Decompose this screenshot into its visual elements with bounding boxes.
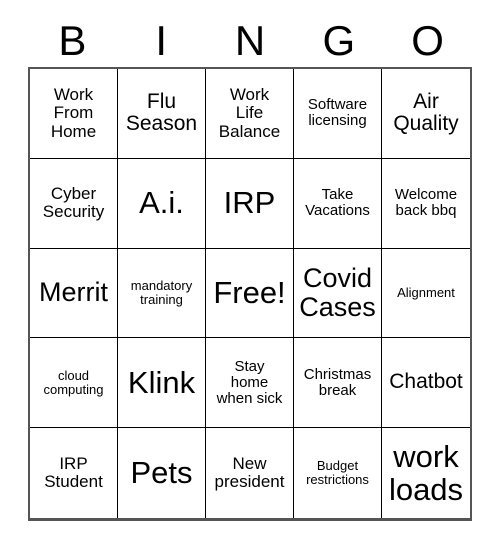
bingo-cell[interactable]: cloud computing xyxy=(30,338,118,429)
bingo-cell-label: IRP Student xyxy=(44,453,103,492)
bingo-cell-label: Chatbot xyxy=(389,370,463,394)
bingo-cell-label: Budget restrictions xyxy=(306,458,369,488)
bingo-cell-label: Air Quality xyxy=(393,89,459,136)
bingo-cell[interactable]: Merrit xyxy=(30,248,118,339)
bingo-cell[interactable]: Flu Season xyxy=(118,69,206,159)
bingo-cell[interactable]: Alignment xyxy=(382,248,470,339)
bingo-cell-label: Flu Season xyxy=(125,89,198,136)
header-letter-g: G xyxy=(322,16,356,64)
bingo-cell[interactable]: Pets xyxy=(118,428,206,518)
bingo-cell-label: Pets xyxy=(130,455,193,491)
bingo-cell[interactable]: Christmas break xyxy=(294,338,382,429)
bingo-header: B I N G O xyxy=(28,14,472,67)
bingo-cell-label: Work From Home xyxy=(50,84,97,141)
bingo-cell[interactable]: IRP Student xyxy=(30,428,118,518)
bingo-cell-label: Free! xyxy=(213,275,286,311)
bingo-cell[interactable]: Cyber Security xyxy=(30,158,118,249)
bingo-grid: Work From Home Flu Season Work Life Bala… xyxy=(28,67,472,521)
bingo-cell[interactable]: Budget restrictions xyxy=(294,428,382,518)
bingo-cell-label: Klink xyxy=(127,365,196,401)
bingo-cell[interactable]: Work From Home xyxy=(30,69,118,159)
bingo-cell[interactable]: Welcome back bbq xyxy=(382,158,470,249)
bingo-cell-label: New president xyxy=(214,453,285,492)
bingo-cell-label: Covid Cases xyxy=(299,262,376,322)
bingo-cell-label: Christmas break xyxy=(303,365,372,399)
bingo-cell[interactable]: mandatory training xyxy=(118,248,206,339)
bingo-cell-label: A.i. xyxy=(139,185,184,221)
bingo-cell-label: mandatory training xyxy=(130,277,193,307)
bingo-cell[interactable]: Covid Cases xyxy=(294,248,382,339)
bingo-cell-label: Stay home when sick xyxy=(216,357,283,407)
bingo-cell-free[interactable]: Free! xyxy=(206,248,294,339)
bingo-cell[interactable]: Air Quality xyxy=(382,69,470,159)
bingo-cell-label: Alignment xyxy=(397,284,455,300)
bingo-cell[interactable]: Chatbot xyxy=(382,338,470,429)
bingo-cell[interactable]: New president xyxy=(206,428,294,518)
header-letter-i: I xyxy=(155,16,168,64)
bingo-card: B I N G O Work From Home Flu Season Work… xyxy=(0,0,500,544)
bingo-cell-label: Software licensing xyxy=(307,96,368,130)
bingo-cell-label: Welcome back bbq xyxy=(394,186,458,220)
bingo-cell[interactable]: Klink xyxy=(118,338,206,429)
bingo-cell[interactable]: Stay home when sick xyxy=(206,338,294,429)
bingo-cell[interactable]: work loads xyxy=(382,428,470,518)
bingo-cell[interactable]: Work Life Balance xyxy=(206,69,294,159)
bingo-cell-label: Work Life Balance xyxy=(218,84,281,141)
header-letter-b: B xyxy=(58,16,87,64)
bingo-cell[interactable]: Software licensing xyxy=(294,69,382,159)
bingo-cell-label: Cyber Security xyxy=(42,183,105,222)
bingo-cell[interactable]: A.i. xyxy=(118,158,206,249)
header-letter-n: N xyxy=(234,16,266,64)
bingo-cell[interactable]: IRP xyxy=(206,158,294,249)
bingo-cell-label: work loads xyxy=(388,438,464,508)
bingo-cell-label: IRP xyxy=(223,185,276,221)
header-letter-o: O xyxy=(411,16,444,64)
bingo-cell[interactable]: Take Vacations xyxy=(294,158,382,249)
bingo-cell-label: cloud computing xyxy=(43,367,104,397)
bingo-cell-label: Merrit xyxy=(39,277,108,308)
bingo-cell-label: Take Vacations xyxy=(305,186,370,220)
